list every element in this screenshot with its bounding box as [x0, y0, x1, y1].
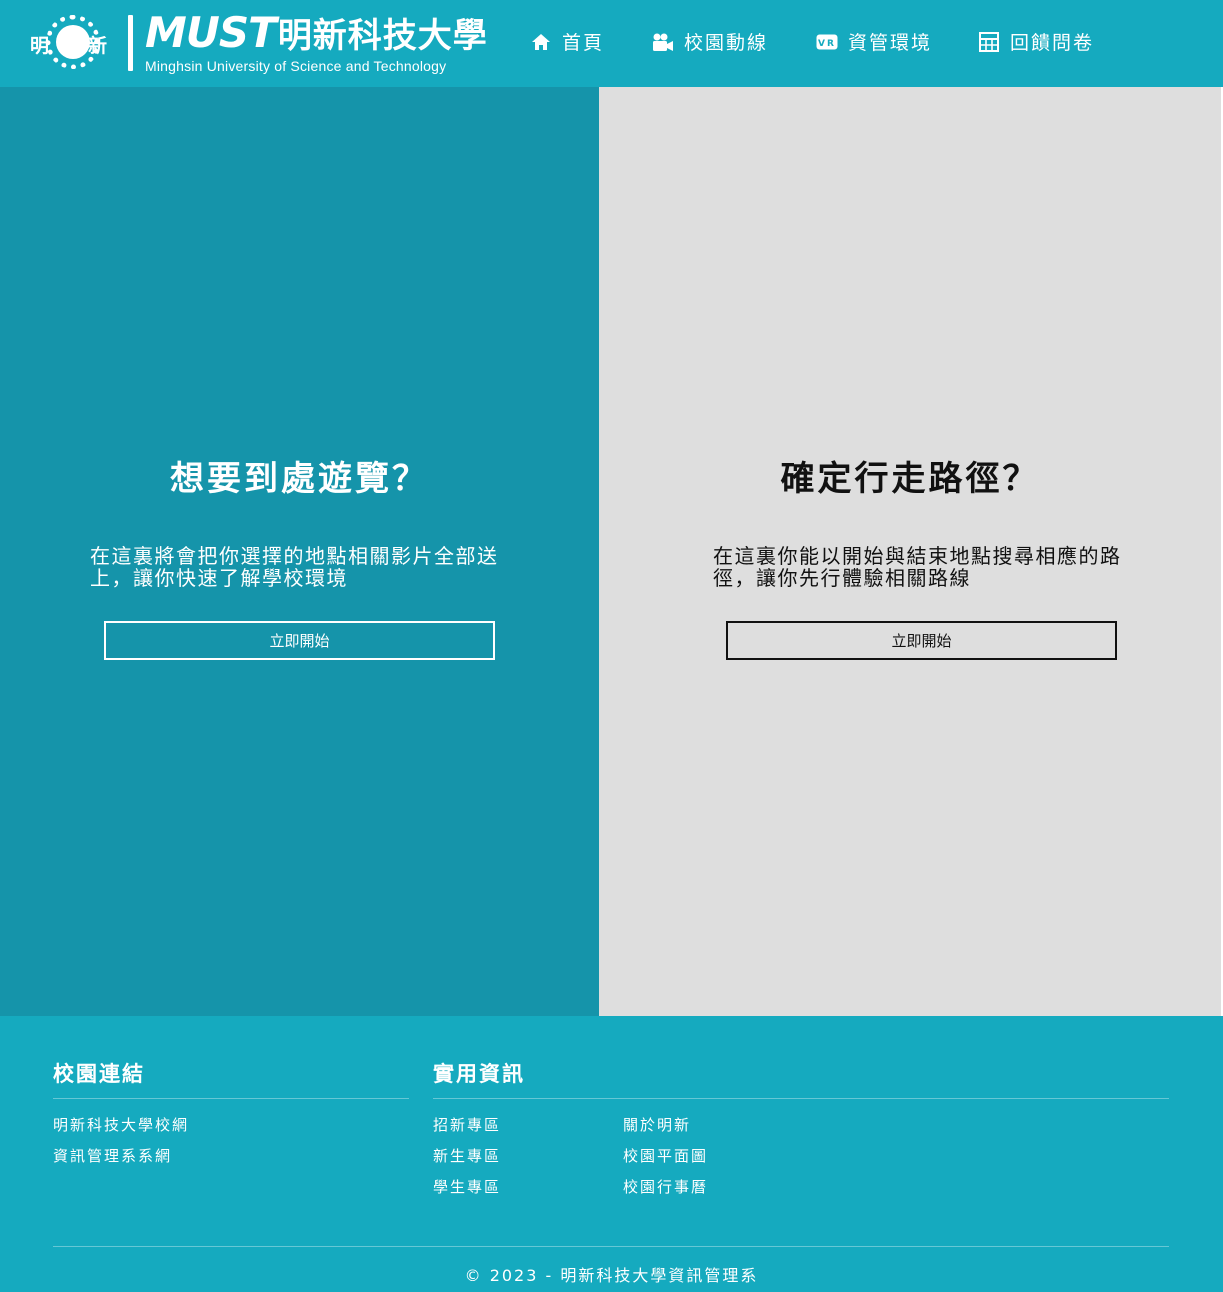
footer-divider [53, 1098, 409, 1099]
tour-start-button[interactable]: 立即開始 [104, 621, 495, 660]
table-icon [978, 31, 1000, 53]
home-icon [530, 31, 552, 53]
vr-icon: VR [816, 31, 838, 53]
footer-link-about[interactable]: 關於明新 [623, 1114, 691, 1135]
nav-feedback-survey-label: 回饋問卷 [1010, 32, 1095, 54]
footer-link-admissions[interactable]: 招新專區 [433, 1114, 501, 1135]
main-nav: 首頁 校園動線 VR 資管環境 回饋問卷 [530, 28, 1094, 55]
video-camera-icon [652, 31, 674, 53]
site-header: 明 新 MUST 明新科技大學 Minghsin University of S… [0, 0, 1223, 87]
nav-campus-route-label: 校園動線 [684, 32, 769, 54]
route-panel-description: 在這裏你能以開始與結束地點搜尋相應的路徑，讓你先行體驗相關路線 [713, 544, 1122, 590]
site-logo[interactable]: 明 新 MUST 明新科技大學 Minghsin University of S… [30, 8, 488, 75]
footer-campus-links-title: 校園連結 [53, 1062, 145, 1086]
nav-mis-environment-label: 資管環境 [848, 32, 933, 54]
logo-divider [128, 15, 133, 71]
svg-text:VR: VR [818, 39, 836, 49]
footer-link-mis-website[interactable]: 資訊管理系系網 [53, 1145, 172, 1166]
route-panel: 確定行走路徑？ 在這裏你能以開始與結束地點搜尋相應的路徑，讓你先行體驗相關路線 … [599, 87, 1221, 1016]
footer-link-must-website[interactable]: 明新科技大學校網 [53, 1114, 189, 1135]
tour-panel: 想要到處遊覽？ 在這裏將會把你選擇的地點相關影片全部送上，讓你快速了解學校環境 … [0, 87, 599, 1016]
seal-char-right: 新 [88, 35, 108, 57]
seal-char-left: 明 [30, 35, 50, 57]
footer-bottom-divider [53, 1246, 1169, 1247]
copyright-text: © 2023 - 明新科技大學資訊管理系 [464, 1266, 759, 1285]
footer-divider [433, 1098, 1169, 1099]
site-footer: 校園連結 明新科技大學校網 資訊管理系系網 實用資訊 招新專區 新生專區 學生專… [0, 1016, 1223, 1292]
nav-campus-route[interactable]: 校園動線 [652, 28, 768, 55]
route-start-button[interactable]: 立即開始 [726, 621, 1117, 660]
logo-must: MUST [145, 8, 277, 57]
nav-feedback-survey[interactable]: 回饋問卷 [978, 28, 1094, 55]
footer-link-freshman[interactable]: 新生專區 [433, 1145, 501, 1166]
footer-link-students[interactable]: 學生專區 [433, 1176, 501, 1197]
route-panel-title: 確定行走路徑？ [780, 459, 1040, 499]
tour-panel-title: 想要到處遊覽？ [170, 459, 429, 499]
nav-home-label: 首頁 [562, 32, 605, 54]
tour-panel-description: 在這裏將會把你選擇的地點相關影片全部送上，讓你快速了解學校環境 [90, 544, 499, 590]
footer-link-campus-map[interactable]: 校園平面圖 [623, 1145, 708, 1166]
footer-link-calendar[interactable]: 校園行事曆 [623, 1176, 708, 1197]
nav-mis-environment[interactable]: VR 資管環境 [816, 28, 932, 55]
university-seal: 明 新 [30, 13, 112, 73]
nav-home[interactable]: 首頁 [530, 28, 604, 55]
logo-name-cn: 明新科技大學 [277, 16, 488, 56]
footer-useful-info-title: 實用資訊 [433, 1062, 525, 1086]
logo-name-en: Minghsin University of Science and Techn… [145, 58, 447, 74]
